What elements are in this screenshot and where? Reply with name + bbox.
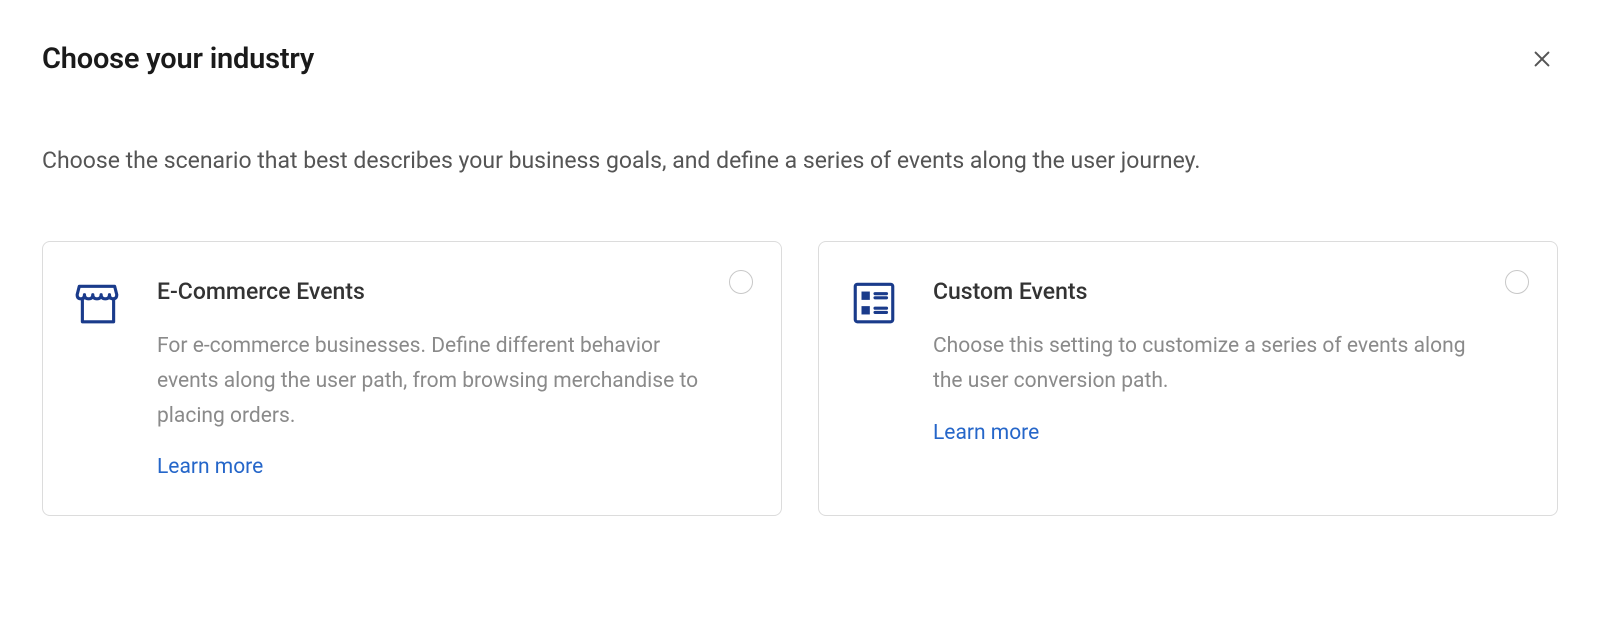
card-description: Choose this setting to customize a serie…	[933, 329, 1485, 398]
close-icon	[1531, 48, 1553, 70]
page-subtitle: Choose the scenario that best describes …	[42, 144, 1558, 177]
learn-more-link[interactable]: Learn more	[933, 421, 1039, 445]
card-inner: Custom Events Choose this setting to cus…	[849, 272, 1525, 444]
card-body: E-Commerce Events For e-commerce busines…	[157, 272, 749, 479]
learn-more-link[interactable]: Learn more	[157, 455, 263, 479]
radio-ecommerce[interactable]	[729, 270, 753, 294]
card-custom[interactable]: Custom Events Choose this setting to cus…	[818, 241, 1558, 516]
header-row: Choose your industry	[42, 42, 1558, 76]
card-description: For e-commerce businesses. Define differ…	[157, 329, 709, 433]
card-inner: E-Commerce Events For e-commerce busines…	[73, 272, 749, 479]
card-title: Custom Events	[933, 278, 1485, 305]
close-button[interactable]	[1526, 43, 1558, 75]
radio-custom[interactable]	[1505, 270, 1529, 294]
page-title: Choose your industry	[42, 42, 314, 76]
storefront-icon	[73, 278, 123, 328]
card-ecommerce[interactable]: E-Commerce Events For e-commerce busines…	[42, 241, 782, 516]
card-body: Custom Events Choose this setting to cus…	[933, 272, 1525, 444]
grid-list-icon	[849, 278, 899, 328]
industry-cards: E-Commerce Events For e-commerce busines…	[42, 241, 1558, 516]
card-title: E-Commerce Events	[157, 278, 709, 305]
